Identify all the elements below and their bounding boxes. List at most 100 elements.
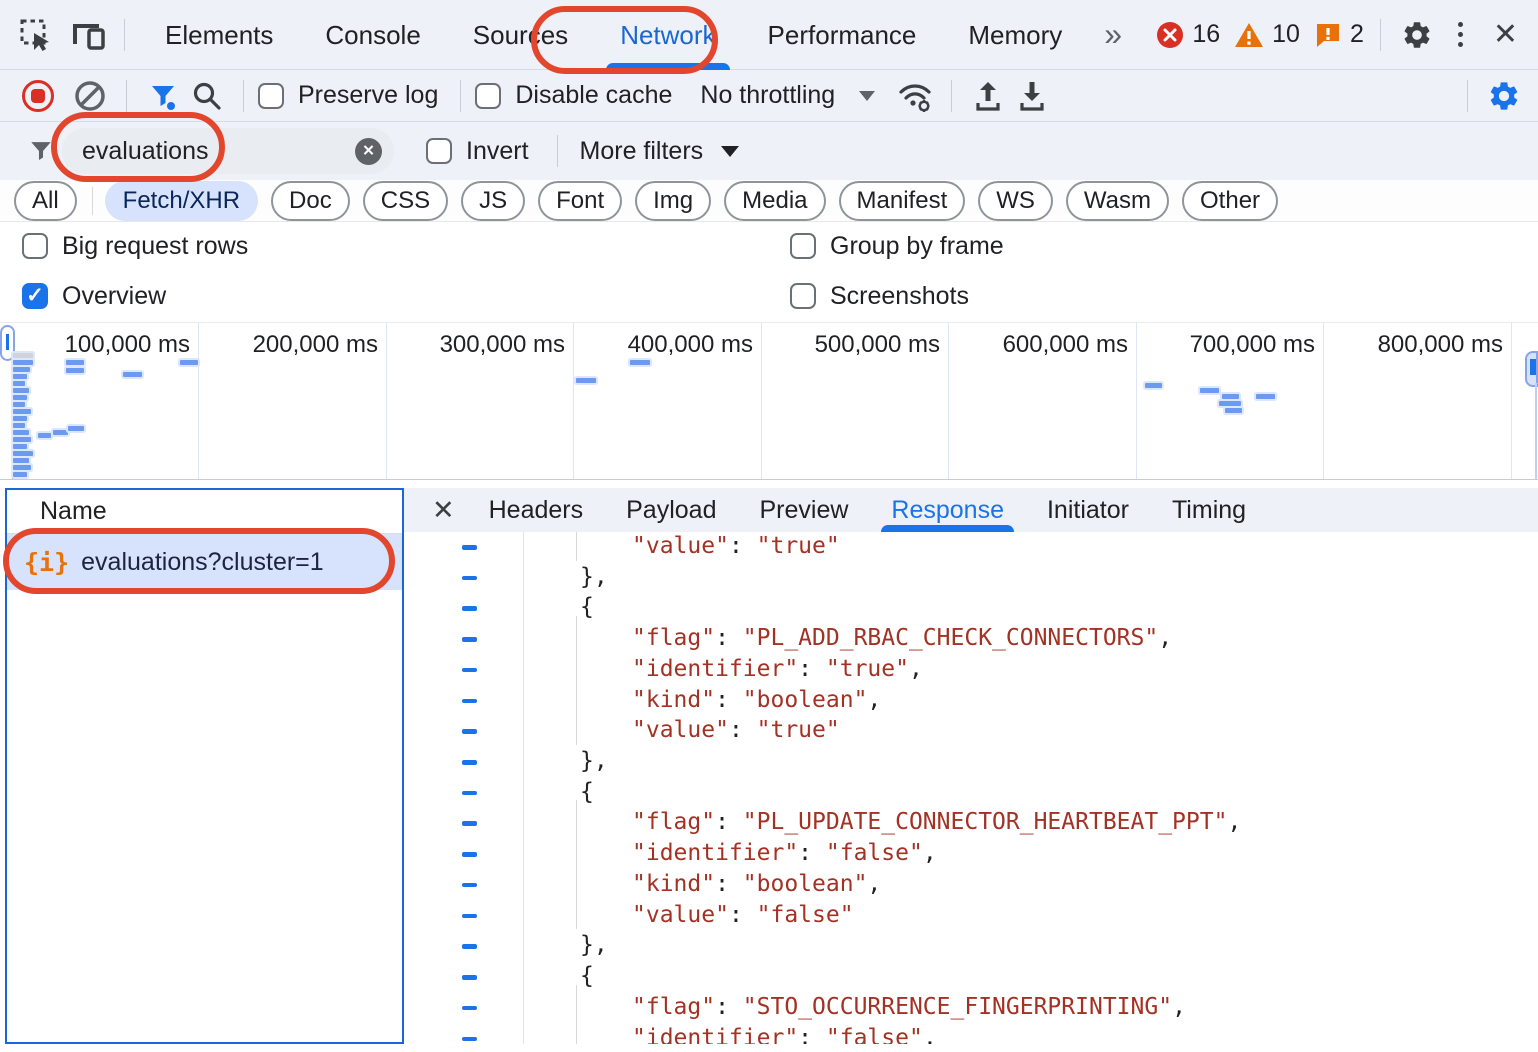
request-timing-bar <box>13 465 31 470</box>
disable-cache-checkbox[interactable] <box>475 83 501 109</box>
chip-media[interactable]: Media <box>724 181 825 221</box>
code-text: "identifier": "false", <box>632 840 937 866</box>
fold-marker-icon[interactable] <box>462 576 477 581</box>
timeline-tick-label: 300,000 ms <box>415 331 565 359</box>
request-timing-bar <box>13 374 27 379</box>
console-warnings-icon[interactable] <box>1234 21 1264 49</box>
filter-input[interactable]: evaluations <box>62 128 394 174</box>
more-tabs-icon[interactable]: » <box>1088 16 1138 53</box>
network-settings-gear-icon[interactable] <box>1482 74 1526 118</box>
tab-network[interactable]: Network <box>594 0 741 70</box>
detail-tab-preview[interactable]: Preview <box>759 488 848 532</box>
export-har-icon[interactable] <box>1010 74 1054 118</box>
request-timing-bar <box>13 416 27 421</box>
request-timing-bar <box>576 378 596 383</box>
big-request-rows-checkbox[interactable] <box>22 233 48 259</box>
chip-wasm[interactable]: Wasm <box>1066 181 1169 221</box>
inspect-element-icon[interactable] <box>14 13 58 57</box>
record-network-log-button[interactable] <box>22 80 54 112</box>
detail-tab-payload[interactable]: Payload <box>626 488 716 532</box>
fold-marker-icon[interactable] <box>462 1006 477 1011</box>
tab-memory[interactable]: Memory <box>942 0 1088 70</box>
request-timing-bar <box>13 451 33 456</box>
fold-marker-icon[interactable] <box>462 852 477 857</box>
chip-other[interactable]: Other <box>1182 181 1278 221</box>
chip-font[interactable]: Font <box>538 181 622 221</box>
chip-fetch-xhr[interactable]: Fetch/XHR <box>105 181 258 221</box>
fold-marker-icon[interactable] <box>462 760 477 765</box>
timeline-tick-label: 200,000 ms <box>228 331 378 359</box>
fold-marker-icon[interactable] <box>462 821 477 826</box>
clear-filter-icon[interactable] <box>355 138 382 165</box>
chip-js[interactable]: JS <box>461 181 525 221</box>
chip-manifest[interactable]: Manifest <box>839 181 966 221</box>
code-text: "value": "true" <box>632 717 840 743</box>
fold-marker-icon[interactable] <box>462 975 477 980</box>
fold-marker-icon[interactable] <box>462 791 477 796</box>
response-code-line: "identifier": "true", <box>404 655 1538 686</box>
screenshots-checkbox[interactable] <box>790 283 816 309</box>
settings-gear-icon[interactable] <box>1395 13 1439 57</box>
tab-console[interactable]: Console <box>299 0 446 70</box>
code-text: "value": "true" <box>632 533 840 559</box>
timeline-tick-label: 100,000 ms <box>40 331 190 359</box>
close-devtools-icon[interactable]: ✕ <box>1483 17 1528 52</box>
fold-marker-icon[interactable] <box>462 699 477 704</box>
divider <box>92 187 93 215</box>
request-timing-bar <box>13 409 31 414</box>
fold-marker-icon[interactable] <box>462 1037 477 1042</box>
issues-icon[interactable] <box>1314 21 1342 49</box>
timeline-tick-label: 800,000 ms <box>1353 331 1503 359</box>
detail-tab-timing[interactable]: Timing <box>1172 488 1246 532</box>
fold-marker-icon[interactable] <box>462 944 477 949</box>
network-conditions-icon[interactable] <box>893 74 937 118</box>
network-overview-timeline[interactable]: 100,000 ms200,000 ms300,000 ms400,000 ms… <box>0 322 1538 480</box>
search-icon[interactable] <box>185 74 229 118</box>
detail-tab-response[interactable]: Response <box>891 488 1004 532</box>
request-timing-bar <box>1200 388 1219 393</box>
code-text: { <box>580 779 594 805</box>
tab-elements[interactable]: Elements <box>139 0 299 70</box>
chip-all[interactable]: All <box>14 181 77 221</box>
request-timing-bar <box>13 395 27 400</box>
response-code-line: { <box>404 593 1538 624</box>
response-body-viewer[interactable]: "value": "true"},{"flag": "PL_ADD_RBAC_C… <box>404 532 1538 1044</box>
tab-sources[interactable]: Sources <box>447 0 594 70</box>
group-by-frame-label: Group by frame <box>830 232 1004 261</box>
fold-marker-icon[interactable] <box>462 668 477 673</box>
detail-tabstrip: ✕ Headers Payload Preview Response Initiator… <box>404 488 1538 532</box>
chip-img[interactable]: Img <box>635 181 711 221</box>
overview-right-grip[interactable] <box>1525 351 1538 387</box>
fold-marker-icon[interactable] <box>462 729 477 734</box>
name-column-header[interactable]: Name <box>7 490 402 534</box>
more-options-kebab-icon[interactable] <box>1439 13 1483 57</box>
request-row-selected[interactable]: {i} evaluations?cluster=1 <box>7 534 402 590</box>
filter-icon-active[interactable] <box>141 74 185 118</box>
chip-css[interactable]: CSS <box>363 181 448 221</box>
fold-marker-icon[interactable] <box>462 545 477 550</box>
throttling-dropdown[interactable]: No throttling <box>700 81 875 110</box>
fold-marker-icon[interactable] <box>462 637 477 642</box>
divider <box>1380 19 1381 51</box>
close-detail-icon[interactable]: ✕ <box>432 495 455 526</box>
console-errors-icon[interactable] <box>1156 21 1184 49</box>
fold-marker-icon[interactable] <box>462 883 477 888</box>
fold-marker-icon[interactable] <box>462 606 477 611</box>
import-har-icon[interactable] <box>966 74 1010 118</box>
request-timing-bar <box>13 381 25 386</box>
chip-doc[interactable]: Doc <box>271 181 350 221</box>
fold-marker-icon[interactable] <box>462 914 477 919</box>
code-text: }, <box>580 748 608 774</box>
chip-ws[interactable]: WS <box>978 181 1053 221</box>
more-filters-dropdown[interactable]: More filters <box>580 137 740 166</box>
group-by-frame-checkbox[interactable] <box>790 233 816 259</box>
detail-tab-headers[interactable]: Headers <box>489 488 584 532</box>
preserve-log-checkbox[interactable] <box>258 83 284 109</box>
tab-performance[interactable]: Performance <box>742 0 943 70</box>
device-toolbar-icon[interactable] <box>66 13 110 57</box>
invert-checkbox[interactable] <box>426 138 452 164</box>
overview-checkbox[interactable] <box>22 283 48 309</box>
code-text: "kind": "boolean", <box>632 871 881 897</box>
detail-tab-initiator[interactable]: Initiator <box>1047 488 1129 532</box>
clear-network-log-icon[interactable] <box>68 74 112 118</box>
